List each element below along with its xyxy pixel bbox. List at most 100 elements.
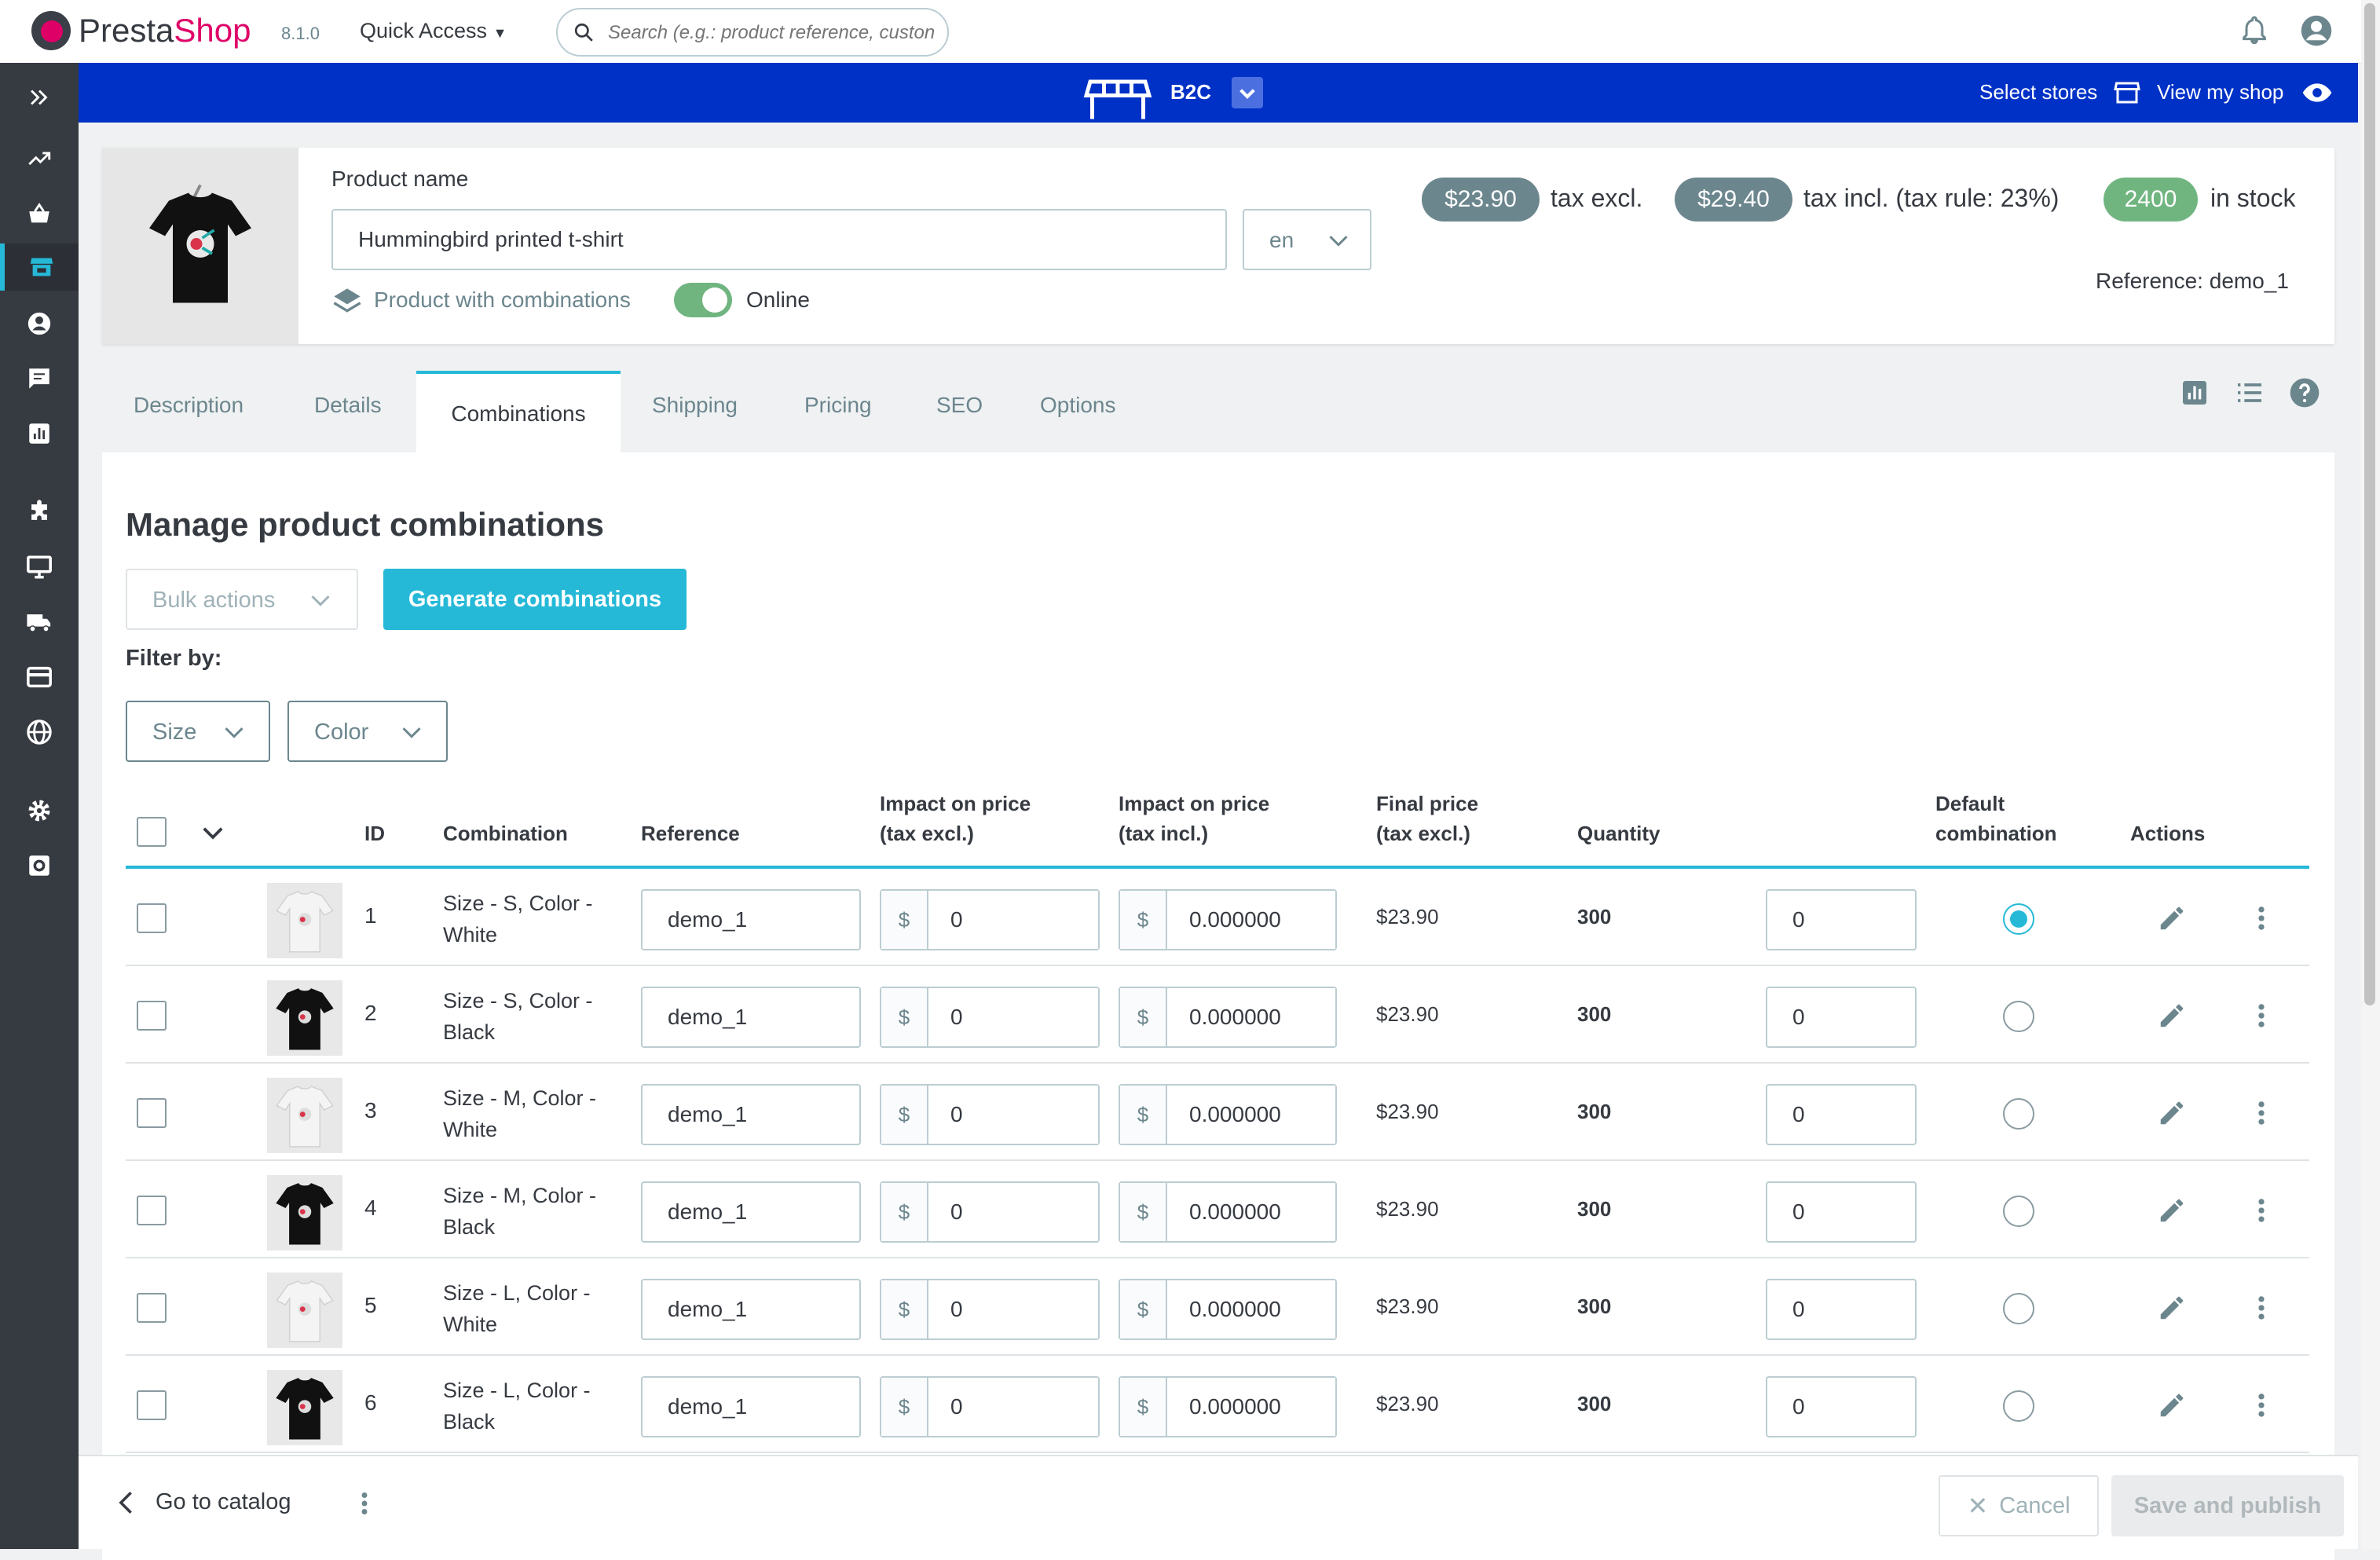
product-cover-image[interactable] (102, 148, 298, 344)
tab-options[interactable]: Options (1040, 393, 1116, 418)
row-select-checkbox[interactable] (137, 1001, 167, 1031)
cancel-button[interactable]: ✕ Cancel (1939, 1475, 2099, 1536)
row-select-checkbox[interactable] (137, 1196, 167, 1225)
more-vertical-icon[interactable] (2246, 903, 2276, 933)
tab-description[interactable]: Description (134, 393, 243, 418)
sidebar-item-messages[interactable] (0, 355, 79, 402)
tab-seo[interactable]: SEO (936, 393, 983, 418)
quantity-delta-input[interactable] (1766, 1376, 1917, 1437)
default-combination-radio[interactable] (2003, 1390, 2034, 1422)
edit-pencil-icon[interactable] (2157, 1390, 2187, 1420)
impact-excl-field[interactable]: $ (880, 1279, 1100, 1340)
go-to-catalog-link[interactable]: Go to catalog (156, 1489, 291, 1515)
more-vertical-icon[interactable] (350, 1489, 379, 1518)
more-vertical-icon[interactable] (2246, 1293, 2276, 1323)
combination-thumbnail[interactable] (267, 1078, 342, 1153)
impact-excl-field[interactable]: $ (880, 1376, 1100, 1437)
eye-icon[interactable] (2301, 80, 2333, 105)
impact-excl-input[interactable] (928, 891, 1098, 949)
combination-thumbnail[interactable] (267, 1175, 342, 1251)
notifications-bell-icon[interactable] (2239, 14, 2270, 46)
quantity-delta-input[interactable] (1766, 987, 1917, 1048)
impact-incl-field[interactable]: $ (1119, 1181, 1337, 1243)
tab-pricing[interactable]: Pricing (804, 393, 872, 418)
impact-excl-field[interactable]: $ (880, 987, 1100, 1048)
row-select-checkbox[interactable] (137, 903, 167, 933)
combination-thumbnail[interactable] (267, 980, 342, 1056)
more-vertical-icon[interactable] (2246, 1196, 2276, 1225)
default-combination-radio[interactable] (2003, 1001, 2034, 1032)
tab-shipping[interactable]: Shipping (652, 393, 738, 418)
edit-pencil-icon[interactable] (2157, 903, 2187, 933)
row-select-checkbox[interactable] (137, 1098, 167, 1128)
impact-excl-input[interactable] (928, 1378, 1098, 1436)
combination-reference-input[interactable] (641, 1279, 861, 1340)
impact-excl-field[interactable]: $ (880, 889, 1100, 950)
prestashop-logo[interactable]: PrestaShop (31, 11, 251, 50)
more-vertical-icon[interactable] (2246, 1001, 2276, 1031)
sidebar-item-stats[interactable] (0, 410, 79, 457)
combination-reference-input[interactable] (641, 889, 861, 950)
sidebar-item-catalog[interactable] (0, 244, 79, 291)
sidebar-item-modules[interactable] (0, 489, 79, 536)
sidebar-item-international[interactable] (0, 709, 79, 756)
help-icon[interactable] (2289, 377, 2320, 408)
edit-pencil-icon[interactable] (2157, 1293, 2187, 1323)
impact-excl-field[interactable]: $ (880, 1084, 1100, 1145)
impact-excl-input[interactable] (928, 988, 1098, 1046)
filter-color-dropdown[interactable]: Color (287, 701, 448, 762)
select-all-checkbox[interactable] (137, 817, 167, 847)
impact-incl-field[interactable]: $ (1119, 1279, 1337, 1340)
impact-incl-input[interactable] (1167, 1378, 1335, 1436)
impact-incl-input[interactable] (1167, 891, 1335, 949)
default-combination-radio[interactable] (2003, 1098, 2034, 1130)
edit-pencil-icon[interactable] (2157, 1098, 2187, 1128)
store-switch-button[interactable] (1232, 77, 1263, 108)
combination-thumbnail[interactable] (267, 883, 342, 958)
default-combination-radio[interactable] (2003, 1293, 2034, 1324)
filter-size-dropdown[interactable]: Size (126, 701, 270, 762)
impact-excl-field[interactable]: $ (880, 1181, 1100, 1243)
generate-combinations-button[interactable]: Generate combinations (383, 569, 687, 630)
edit-pencil-icon[interactable] (2157, 1001, 2187, 1031)
impact-incl-field[interactable]: $ (1119, 1376, 1337, 1437)
sidebar-item-dashboard[interactable] (0, 135, 79, 182)
more-vertical-icon[interactable] (2246, 1098, 2276, 1128)
search-box[interactable] (556, 8, 949, 57)
sidebar-item-orders[interactable] (0, 190, 79, 237)
default-combination-radio[interactable] (2003, 1196, 2034, 1227)
expand-sidebar-button[interactable] (0, 74, 79, 121)
impact-incl-field[interactable]: $ (1119, 987, 1337, 1048)
row-select-checkbox[interactable] (137, 1390, 167, 1420)
combination-thumbnail[interactable] (267, 1370, 342, 1445)
default-combination-radio[interactable] (2003, 903, 2034, 935)
select-stores-link[interactable]: Select stores (1979, 80, 2097, 104)
language-select[interactable]: en (1243, 209, 1371, 270)
sidebar-item-design[interactable] (0, 544, 79, 591)
more-vertical-icon[interactable] (2246, 1390, 2276, 1420)
combination-reference-input[interactable] (641, 1181, 861, 1243)
combination-reference-input[interactable] (641, 1084, 861, 1145)
impact-excl-input[interactable] (928, 1086, 1098, 1144)
sidebar-item-payment[interactable] (0, 654, 79, 701)
impact-incl-input[interactable] (1167, 1280, 1335, 1338)
quantity-delta-input[interactable] (1766, 1084, 1917, 1145)
impact-incl-field[interactable]: $ (1119, 889, 1337, 950)
quantity-delta-input[interactable] (1766, 1279, 1917, 1340)
product-name-input[interactable] (331, 209, 1227, 270)
impact-incl-input[interactable] (1167, 1183, 1335, 1241)
impact-incl-field[interactable]: $ (1119, 1084, 1337, 1145)
quantity-delta-input[interactable] (1766, 1181, 1917, 1243)
quantity-delta-input[interactable] (1766, 889, 1917, 950)
row-select-checkbox[interactable] (137, 1293, 167, 1323)
tab-combinations[interactable]: Combinations (416, 371, 621, 452)
sidebar-item-customers[interactable] (0, 300, 79, 347)
save-and-publish-button[interactable]: Save and publish (2111, 1475, 2344, 1536)
bulk-select-chevron-icon[interactable] (201, 823, 225, 844)
impact-incl-input[interactable] (1167, 988, 1335, 1046)
combination-thumbnail[interactable] (267, 1273, 342, 1348)
store-select-icon[interactable] (2113, 79, 2141, 107)
edit-pencil-icon[interactable] (2157, 1196, 2187, 1225)
sidebar-item-shop-parameters[interactable] (0, 787, 79, 834)
chevron-left-icon[interactable] (115, 1489, 138, 1516)
